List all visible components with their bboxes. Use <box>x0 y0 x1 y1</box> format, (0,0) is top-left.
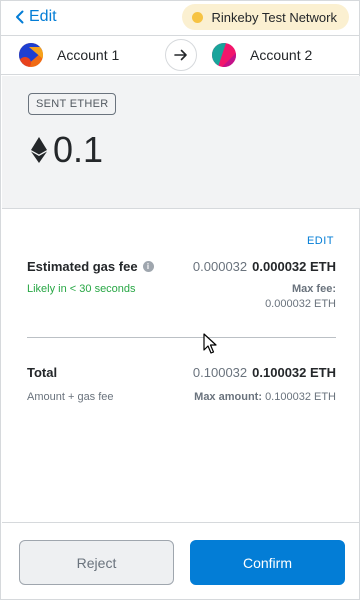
amount-plus-gas-label: Amount + gas fee <box>27 391 114 403</box>
max-fee-value: 0.000032 ETH <box>265 298 336 310</box>
gas-fee-row: Estimated gas fee i 0.000032 0.000032 ET… <box>27 256 336 276</box>
network-indicator[interactable]: Rinkeby Test Network <box>181 4 349 30</box>
max-fee: Max fee: 0.000032 ETH <box>265 282 336 314</box>
account-2-avatar <box>212 43 236 67</box>
gas-fee-label: Estimated gas fee <box>27 258 138 274</box>
network-status-dot <box>191 11 203 23</box>
gas-timing-row: Likely in < 30 seconds Max fee: 0.000032… <box>27 282 336 314</box>
edit-back-label: Edit <box>29 8 57 25</box>
edit-back-button[interactable]: Edit <box>15 8 57 26</box>
edit-gas-button[interactable]: EDIT <box>307 235 334 247</box>
mouse-pointer-icon <box>203 333 217 354</box>
footer-actions: Reject Confirm <box>2 522 360 600</box>
transaction-summary: SENT ETHER 0.1 <box>2 76 360 209</box>
gas-fee-secondary: 0.000032 <box>192 258 248 274</box>
ethereum-icon <box>31 137 47 163</box>
max-fee-label: Max fee: <box>291 283 336 295</box>
total-row: Total 0.100032 0.100032 ETH <box>27 362 336 382</box>
sender-recipient-row: Account 1 Account 2 <box>1 35 360 75</box>
max-amount-value: 0.100032 ETH <box>265 391 336 403</box>
account-1-avatar <box>19 43 43 67</box>
header: Edit Rinkeby Test Network <box>1 1 360 35</box>
network-label: Rinkeby Test Network <box>211 9 337 25</box>
total-label: Total <box>27 364 58 380</box>
max-amount-row: Amount + gas fee Max amount: 0.100032 ET… <box>27 389 336 405</box>
arrow-right-icon <box>165 39 197 71</box>
gas-timing-estimate: Likely in < 30 seconds <box>27 283 136 295</box>
sender-account-name: Account 1 <box>57 47 120 63</box>
info-icon[interactable]: i <box>142 260 154 272</box>
max-amount-label: Max amount: <box>194 391 262 403</box>
divider <box>27 337 336 338</box>
transaction-type-badge: SENT ETHER <box>28 93 117 115</box>
confirm-button[interactable]: Confirm <box>190 540 345 585</box>
recipient-account-name: Account 2 <box>250 47 313 63</box>
gas-fee-primary: 0.000032 ETH <box>252 258 336 274</box>
total-primary: 0.100032 ETH <box>252 364 336 380</box>
max-amount: Max amount: 0.100032 ETH <box>194 391 336 403</box>
total-secondary: 0.100032 <box>192 364 248 380</box>
sender-account[interactable]: Account 1 <box>19 36 119 74</box>
sent-amount-value: 0.1 <box>53 129 104 170</box>
sent-amount: 0.1 <box>31 129 103 171</box>
reject-button[interactable]: Reject <box>19 540 174 585</box>
recipient-account[interactable]: Account 2 <box>212 36 312 74</box>
confirm-transaction-popup: Edit Rinkeby Test Network Account 1 Acco… <box>0 0 360 600</box>
chevron-left-icon <box>16 10 24 24</box>
